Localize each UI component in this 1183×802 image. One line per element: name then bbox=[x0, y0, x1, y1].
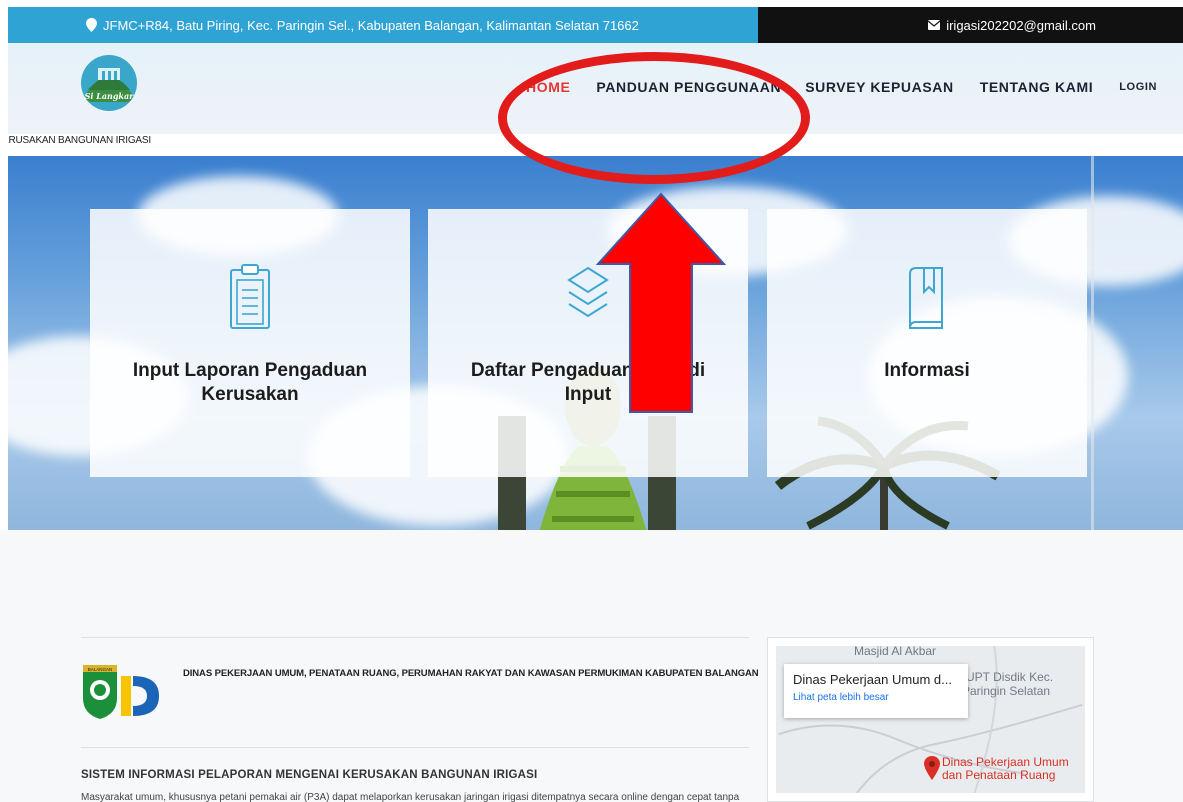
department-logos: BALANGAN bbox=[83, 665, 159, 719]
divider bbox=[81, 747, 749, 748]
map-larger-link[interactable]: Lihat peta lebih besar bbox=[793, 692, 959, 703]
nav-login[interactable]: LOGIN bbox=[1119, 81, 1157, 93]
department-name: DINAS PEKERJAAN UMUM, PENATAAN RUANG, PE… bbox=[183, 668, 759, 679]
divider bbox=[81, 637, 749, 638]
email-link[interactable]: irigasi202202@gmail.com bbox=[946, 18, 1096, 33]
map-embed[interactable]: Masjid Al Akbar UPT Disdik Kec. Paringin… bbox=[767, 637, 1094, 802]
mail-icon bbox=[928, 20, 941, 30]
nav-survey-kepuasan[interactable]: SURVEY KEPUASAN bbox=[805, 79, 954, 95]
system-title: SISTEM INFORMASI PELAPORAN MENGENAI KERU… bbox=[81, 769, 538, 781]
map-label-masjid: Masjid Al Akbar bbox=[854, 646, 937, 658]
map-info-popup: Dinas Pekerjaan Umum d... Lihat peta leb… bbox=[784, 664, 968, 718]
top-info-bar: JFMC+R84, Batu Piring, Kec. Paringin Sel… bbox=[8, 7, 1183, 43]
map-pin-label: Dinas Pekerjaan Umum dan Penataan Ruang bbox=[942, 756, 1069, 782]
address-bar: JFMC+R84, Batu Piring, Kec. Paringin Sel… bbox=[8, 7, 758, 43]
nav-tentang-kami[interactable]: TENTANG KAMI bbox=[980, 79, 1094, 95]
map-label-upt: UPT Disdik Kec. bbox=[966, 670, 1054, 684]
annotation-ellipse bbox=[498, 52, 810, 184]
map-canvas[interactable]: Masjid Al Akbar UPT Disdik Kec. Paringin… bbox=[776, 646, 1085, 793]
email-bar: irigasi202202@gmail.com bbox=[758, 7, 1183, 43]
running-text-content: ERUSAKAN BANGUNAN IRIGASI bbox=[8, 135, 151, 146]
card-informasi[interactable]: Informasi bbox=[767, 209, 1087, 477]
book-icon bbox=[909, 267, 943, 329]
annotation-arrow bbox=[596, 192, 726, 413]
card-title: Input Laporan Pengaduan Kerusakan bbox=[132, 360, 368, 405]
svg-text:Si Langkar: Si Langkar bbox=[85, 91, 135, 101]
address-text: JFMC+R84, Batu Piring, Kec. Paringin Sel… bbox=[103, 17, 639, 33]
map-place-title: Dinas Pekerjaan Umum d... bbox=[793, 672, 952, 687]
antenna-tower bbox=[1091, 156, 1094, 530]
system-description: Masyarakat umum, khususnya petani pemaka… bbox=[81, 792, 740, 802]
card-input-laporan[interactable]: Input Laporan Pengaduan Kerusakan bbox=[90, 209, 410, 477]
svg-text:BALANGAN: BALANGAN bbox=[88, 667, 113, 672]
location-pin-icon bbox=[86, 18, 97, 32]
clipboard-icon bbox=[230, 264, 270, 329]
map-pin-icon[interactable] bbox=[924, 756, 940, 780]
card-title: Informasi bbox=[884, 360, 970, 381]
map-label-upt: Paringin Selatan bbox=[962, 684, 1051, 698]
site-logo[interactable]: Si Langkar bbox=[80, 54, 138, 112]
map-pin-label-line: dan Penataan Ruang bbox=[942, 768, 1056, 782]
